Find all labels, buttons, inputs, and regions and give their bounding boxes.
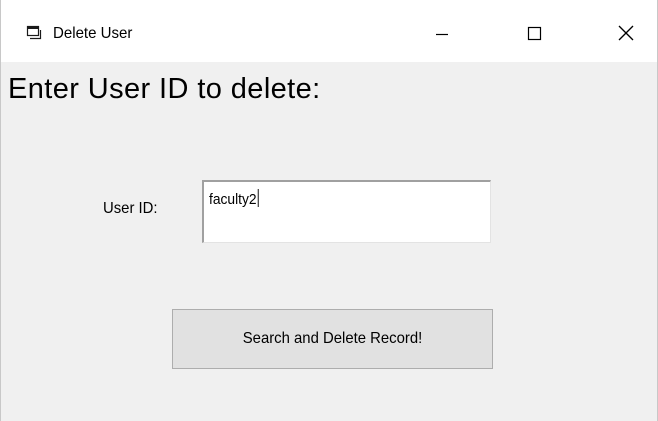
minimize-button[interactable]: [419, 14, 465, 54]
user-id-value: faculty2: [209, 189, 259, 208]
user-id-text: faculty2: [209, 191, 257, 208]
minimize-icon: [436, 33, 448, 36]
instruction-heading: Enter User ID to delete:: [8, 73, 321, 105]
close-button[interactable]: [603, 14, 649, 54]
window-title: Delete User: [53, 25, 133, 42]
text-caret: [257, 189, 259, 207]
search-and-delete-label: Search and Delete Record!: [242, 330, 423, 347]
form-area: Enter User ID to delete: User ID: facult…: [1, 62, 657, 421]
title-bar[interactable]: Delete User: [1, 0, 657, 62]
maximize-button[interactable]: [511, 14, 557, 54]
search-and-delete-button[interactable]: Search and Delete Record!: [172, 309, 493, 369]
delete-user-window: Delete User Enter User ID to delete: Use…: [0, 0, 658, 421]
user-id-input[interactable]: faculty2: [202, 180, 491, 243]
close-icon: [618, 25, 634, 41]
user-id-label: User ID:: [103, 200, 158, 217]
app-window-icon[interactable]: [25, 23, 43, 41]
maximize-icon: [527, 26, 542, 41]
